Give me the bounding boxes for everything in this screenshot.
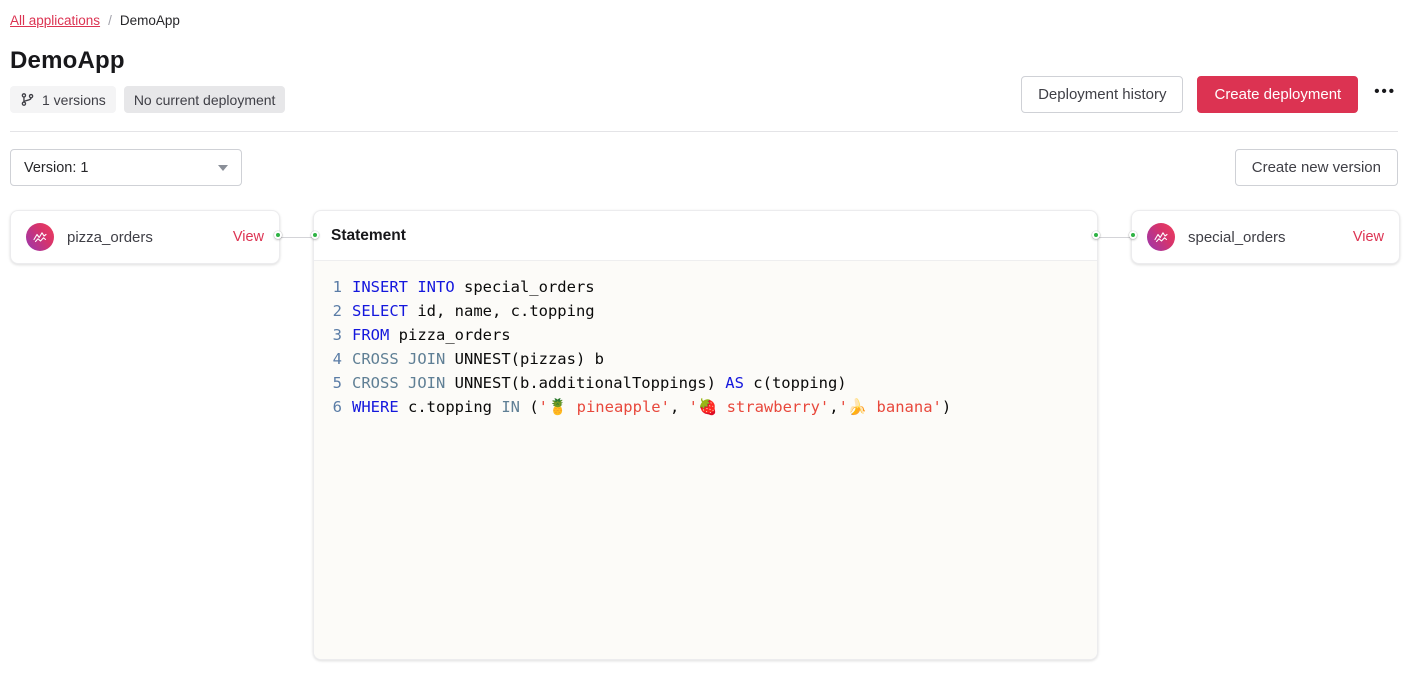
version-selector[interactable]: Version: 1 (10, 149, 242, 186)
line-number: 6 (314, 395, 342, 419)
connection-dot (1092, 231, 1100, 239)
code-line: 2SELECT id, name, c.topping (314, 299, 1097, 323)
sink-view-link[interactable]: View (1353, 229, 1384, 245)
deployment-status-label: No current deployment (134, 92, 276, 108)
header-actions: Deployment history Create deployment ••• (1021, 76, 1398, 113)
page: All applications / DemoApp DemoApp 1 (0, 0, 1408, 660)
app-header: DemoApp 1 versions No current deployme (10, 47, 1398, 113)
line-number: 1 (314, 275, 342, 299)
line-number: 3 (314, 323, 342, 347)
sink-stream-card[interactable]: special_orders View (1131, 210, 1400, 264)
create-deployment-button[interactable]: Create deployment (1197, 76, 1358, 113)
source-stream-card[interactable]: pizza_orders View (10, 210, 280, 264)
connector-line (278, 237, 315, 238)
deployment-history-button[interactable]: Deployment history (1021, 76, 1183, 113)
code-line: 6WHERE c.topping IN ('🍍 pineapple', '🍓 s… (314, 395, 1097, 419)
deployment-status-badge: No current deployment (124, 86, 286, 113)
code-line: 4CROSS JOIN UNNEST(pizzas) b (314, 347, 1097, 371)
git-branch-icon (20, 92, 35, 107)
versions-badge: 1 versions (10, 86, 116, 113)
breadcrumb: All applications / DemoApp (10, 0, 1398, 28)
source-stream-name: pizza_orders (67, 229, 220, 246)
sql-code[interactable]: 1INSERT INTO special_orders2SELECT id, n… (314, 261, 1097, 659)
connection-dot (311, 231, 319, 239)
source-view-link[interactable]: View (233, 229, 264, 245)
connection-dot (1129, 231, 1137, 239)
code-line: 5CROSS JOIN UNNEST(b.additionalToppings)… (314, 371, 1097, 395)
page-title: DemoApp (10, 47, 285, 75)
app-header-left: DemoApp 1 versions No current deployme (10, 47, 285, 113)
code-line: 1INSERT INTO special_orders (314, 275, 1097, 299)
code-line: 3FROM pizza_orders (314, 323, 1097, 347)
line-number: 4 (314, 347, 342, 371)
more-menu-button[interactable]: ••• (1372, 79, 1398, 104)
create-new-version-button[interactable]: Create new version (1235, 149, 1398, 186)
line-number: 2 (314, 299, 342, 323)
statement-title: Statement (331, 227, 406, 245)
header-divider (10, 131, 1398, 132)
connector-right (1098, 210, 1131, 264)
versions-badge-label: 1 versions (42, 92, 106, 108)
statement-card: Statement 1INSERT INTO special_orders2SE… (313, 210, 1098, 660)
version-selector-value: Version: 1 (24, 160, 89, 176)
statement-header: Statement (314, 211, 1097, 261)
line-number: 5 (314, 371, 342, 395)
breadcrumb-all-applications-link[interactable]: All applications (10, 13, 100, 28)
connector-line (1096, 237, 1133, 238)
breadcrumb-separator: / (108, 13, 112, 28)
chevron-down-icon (218, 165, 228, 171)
connection-dot (274, 231, 282, 239)
pipeline-canvas: pizza_orders View Statement 1INSERT INTO… (10, 210, 1398, 660)
breadcrumb-current: DemoApp (120, 13, 180, 28)
version-toolbar: Version: 1 Create new version (10, 149, 1398, 186)
sink-stream-name: special_orders (1188, 229, 1340, 246)
status-chips: 1 versions No current deployment (10, 86, 285, 113)
connector-left (280, 210, 313, 264)
stream-icon (26, 223, 54, 251)
stream-icon (1147, 223, 1175, 251)
